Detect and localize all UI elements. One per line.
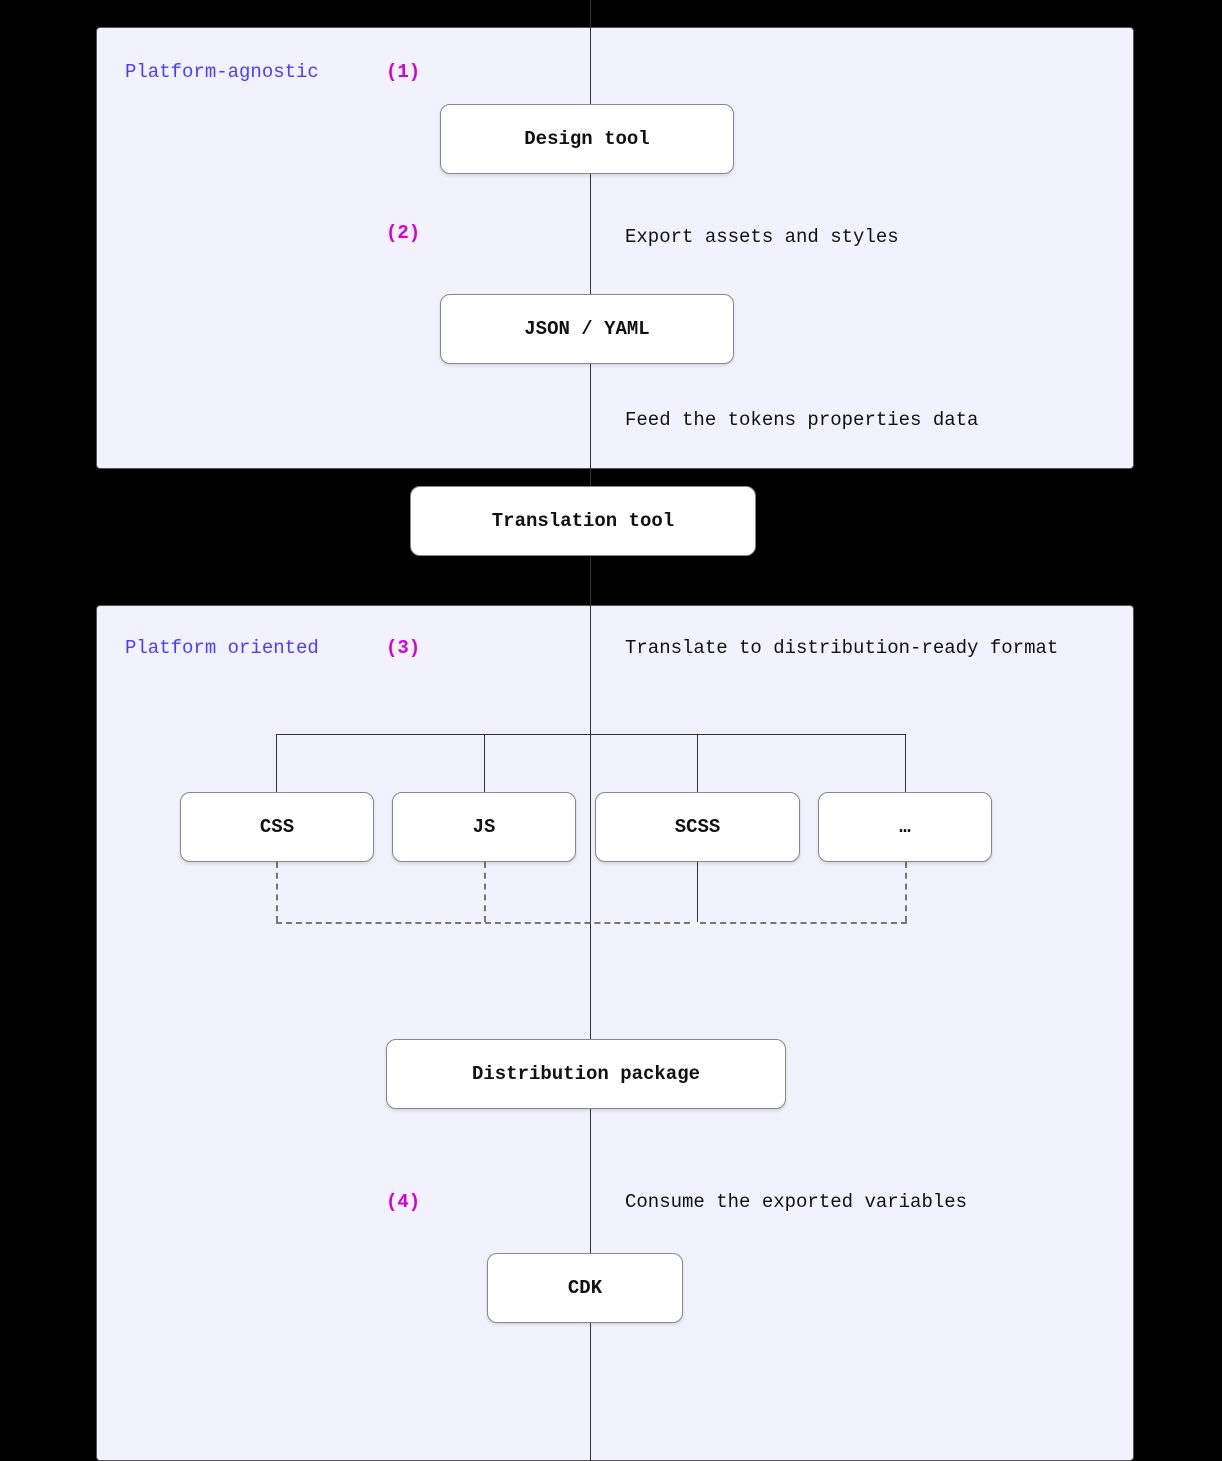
connector-merge-bar-left [276,922,690,924]
node-js: JS [392,792,576,862]
panel-bottom-label: Platform oriented [125,637,319,659]
connector-merge-css [276,862,278,922]
step-4-desc: Consume the exported variables [625,1191,967,1213]
connector-drop-css [276,734,277,792]
panel-top-label: Platform-agnostic [125,61,319,83]
node-translation-tool: Translation tool [410,486,756,556]
node-scss: SCSS [595,792,800,862]
connector-spine [590,0,591,1461]
connector-drop-js [484,734,485,792]
panel-platform-agnostic [96,27,1134,469]
step-2-desc: Export assets and styles [625,226,899,248]
connector-merge-js [484,862,486,922]
step-2b-desc: Feed the tokens properties data [625,409,978,431]
node-cdk: CDK [487,1253,683,1323]
step-3-marker: (3) [386,637,420,659]
step-3-desc: Translate to distribution-ready format [625,637,1058,659]
node-css: CSS [180,792,374,862]
connector-merge-etc [905,862,907,922]
step-4-marker: (4) [386,1191,420,1213]
node-design-tool: Design tool [440,104,734,174]
node-etc: … [818,792,992,862]
connector-drop-etc [905,734,906,792]
step-2-marker: (2) [386,222,420,244]
connector-branch-top [276,734,905,735]
node-distribution-package: Distribution package [386,1039,786,1109]
node-json-yaml: JSON / YAML [440,294,734,364]
connector-merge-bar-right [700,922,907,924]
connector-drop-scss [697,734,698,792]
step-1-marker: (1) [386,61,420,83]
connector-merge-scss [697,862,698,922]
